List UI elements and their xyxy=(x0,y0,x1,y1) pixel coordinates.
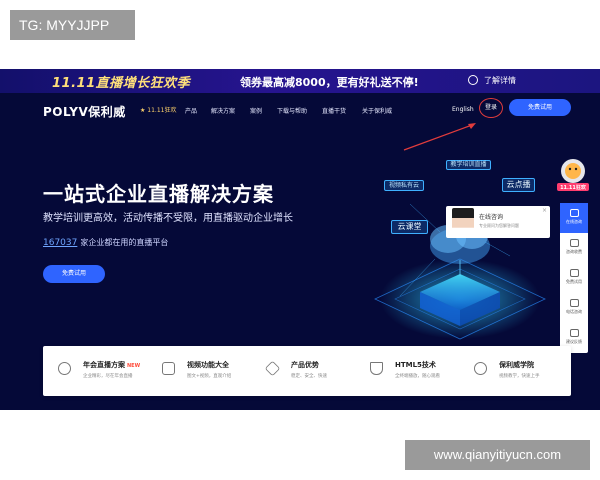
feature-academy-title: 保利威学院 xyxy=(499,361,534,369)
event-badge-label: 11.11狂欢 xyxy=(147,107,177,114)
nav-link-about[interactable]: 关于保利威 xyxy=(362,106,392,115)
feature-annual-live-title: 年会直播方案 NEW xyxy=(83,360,140,370)
top-navigation: POLYV保利威 ★ 11.11狂欢 产品 解决方案 案例 下载与帮助 直播干货… xyxy=(0,93,600,127)
side-online-consult[interactable]: 在线咨询 xyxy=(560,203,588,233)
customer-count-number[interactable]: 167037 xyxy=(43,238,77,248)
feature-annual-live-title-text: 年会直播方案 xyxy=(83,361,125,369)
chip-video-private-cloud: 视频私有云 xyxy=(384,180,424,191)
hero-subtitle: 教学培训更高效，活动传播不受限，用直播驱动企业增长 xyxy=(43,213,293,224)
feature-html5-desc: 全终端播放，随心观看 xyxy=(395,374,440,379)
hero-free-trial-button[interactable]: 免费试用 xyxy=(43,265,105,283)
html5-icon xyxy=(370,362,383,375)
nav-link-download-help[interactable]: 下载与帮助 xyxy=(277,106,307,115)
annotation-arrow xyxy=(403,123,476,151)
login-button[interactable]: 登录 xyxy=(479,98,503,118)
academy-icon xyxy=(474,362,487,375)
new-badge: NEW xyxy=(127,363,141,369)
feature-video-functions-desc: 图文+视频，直观介绍 xyxy=(187,374,232,379)
cloud-platform-illustration xyxy=(374,203,546,340)
feature-advantages[interactable]: 产品优势 稳定、安全、快速 xyxy=(251,346,357,396)
promo-message: 领券最高减8000，更有好礼送不停! xyxy=(240,76,419,89)
side-phone-label: 电话咨询 xyxy=(566,309,582,314)
free-trial-button[interactable]: 免费试用 xyxy=(509,99,571,116)
hero-title: 一站式企业直播解决方案 xyxy=(43,182,274,206)
consult-title: 在线咨询 xyxy=(479,214,504,221)
side-badge-label: 11.11狂欢 xyxy=(560,184,587,191)
floating-toolbar: 在线咨询 咨询收费 免费试用 电话咨询 建议反馈 xyxy=(560,203,588,353)
feature-annual-live-desc: 企业精彩，尽在年会直播 xyxy=(83,374,133,379)
event-mascot-badge[interactable]: 11.11狂欢 xyxy=(553,155,593,193)
online-consult-card[interactable]: 在线咨询 专业顾问为您解答问题 × xyxy=(446,206,550,238)
side-phone[interactable]: 电话咨询 xyxy=(560,297,588,325)
feature-academy-desc: 视频教学，快速上手 xyxy=(499,374,540,379)
side-feedback-label: 建议反馈 xyxy=(566,339,582,344)
chat-icon xyxy=(569,209,579,217)
feature-academy[interactable]: 保利威学院 视频教学，快速上手 xyxy=(459,346,565,396)
side-free-trial-label: 免费试用 xyxy=(566,279,582,284)
close-icon[interactable]: × xyxy=(542,207,547,214)
side-online-consult-label: 在线咨询 xyxy=(566,219,582,224)
feature-advantages-desc: 稳定、安全、快速 xyxy=(291,374,327,379)
website-screenshot: 11.11直播增长狂欢季 领券最高减8000，更有好礼送不停! 了解详情 POL… xyxy=(0,69,600,410)
feature-video-functions-title: 视频功能大全 xyxy=(187,361,229,369)
watermark-top: TG: MYYJJPP xyxy=(10,10,135,40)
feature-annual-live[interactable]: 年会直播方案 NEW 企业精彩，尽在年会直播 xyxy=(43,346,149,396)
cube-icon xyxy=(264,360,281,377)
event-badge[interactable]: ★ 11.11狂欢 xyxy=(140,105,176,114)
promo-banner[interactable]: 11.11直播增长狂欢季 领券最高减8000，更有好礼送不停! 了解详情 xyxy=(0,69,600,93)
side-pricing[interactable]: 咨询收费 xyxy=(560,237,588,265)
play-circle-icon xyxy=(58,362,71,375)
watermark-bottom: www.qianyitiyucn.com xyxy=(405,440,590,470)
chip-training-live: 教学培训直播 xyxy=(446,160,491,170)
customer-count-label: 家企业都在用的直播平台 xyxy=(80,238,169,247)
side-pricing-label: 咨询收费 xyxy=(566,249,582,254)
feature-bar: 年会直播方案 NEW 企业精彩，尽在年会直播 视频功能大全 图文+视频，直观介绍 … xyxy=(43,346,571,396)
logo[interactable]: POLYV保利威 xyxy=(43,103,126,120)
video-list-icon xyxy=(162,362,175,375)
feature-html5[interactable]: HTML5技术 全终端播放，随心观看 xyxy=(355,346,461,396)
play-icon xyxy=(569,269,579,277)
database-icon xyxy=(569,239,579,247)
phone-icon xyxy=(569,299,579,307)
side-free-trial[interactable]: 免费试用 xyxy=(560,267,588,295)
nav-link-live-tips[interactable]: 直播干货 xyxy=(322,106,346,115)
consult-subtitle: 专业顾问为您解答问题 xyxy=(479,223,519,228)
pencil-icon xyxy=(569,329,579,337)
feature-advantages-title: 产品优势 xyxy=(291,361,319,369)
nav-link-product[interactable]: 产品 xyxy=(185,106,197,115)
promo-tag: 11.11直播增长狂欢季 xyxy=(52,76,191,91)
agent-avatar xyxy=(452,208,474,236)
feature-html5-title: HTML5技术 xyxy=(395,361,436,369)
nav-link-cases[interactable]: 案例 xyxy=(250,106,262,115)
customer-count: 167037 家企业都在用的直播平台 xyxy=(43,237,168,248)
feature-video-functions[interactable]: 视频功能大全 图文+视频，直观介绍 xyxy=(147,346,253,396)
promo-more-label: 了解详情 xyxy=(484,76,516,85)
nav-link-solutions[interactable]: 解决方案 xyxy=(211,106,235,115)
chip-cloud-classroom: 云课堂 xyxy=(391,220,428,234)
promo-more-link[interactable]: 了解详情 xyxy=(468,75,516,86)
hand-pointer-icon xyxy=(468,75,478,85)
chip-cloud-vod: 云点播 xyxy=(502,178,535,192)
language-switch[interactable]: English xyxy=(452,106,474,113)
